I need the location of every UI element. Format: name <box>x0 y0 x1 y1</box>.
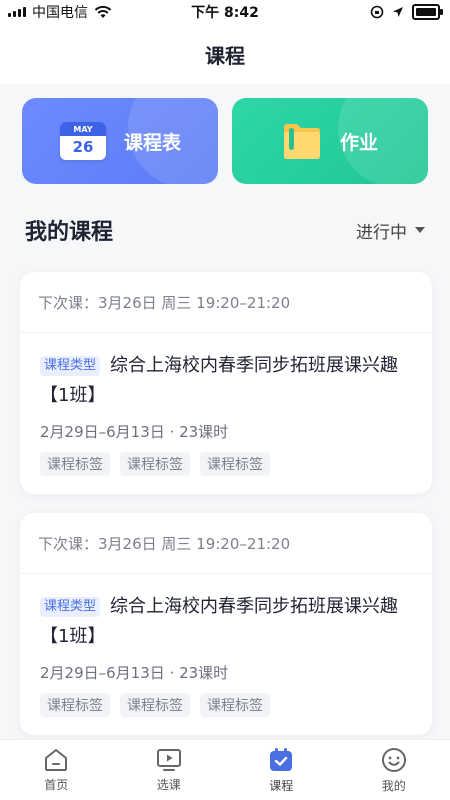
tab-profile[interactable]: 我的 <box>338 740 450 800</box>
signal-icon <box>8 7 26 17</box>
status-time: 下午 8:42 <box>191 5 259 21</box>
schedule-card[interactable]: MAY 26 课程表 <box>22 98 218 184</box>
feature-row: MAY 26 课程表 作业 <box>22 98 428 184</box>
course-meta: 2月29日–6月13日 · 23课时 <box>40 421 412 442</box>
status-filter-dropdown[interactable]: 进行中 <box>356 218 425 243</box>
calendar-day: 26 <box>72 138 94 156</box>
play-screen-icon <box>156 748 181 771</box>
wifi-icon <box>94 5 112 18</box>
section-header: 我的课程 进行中 <box>25 214 425 246</box>
smiley-icon <box>381 747 406 772</box>
tab-my-courses-label: 课程 <box>269 778 294 793</box>
course-tag: 课程标签 <box>40 693 110 717</box>
tab-home[interactable]: 首页 <box>0 740 113 800</box>
calendar-icon: MAY 26 <box>60 122 106 160</box>
tab-courses-select-label: 选课 <box>156 777 181 792</box>
course-lessons: 23课时 <box>179 423 229 441</box>
course-date-range: 2月29日–6月13日 <box>40 664 165 682</box>
battery-icon <box>412 4 443 20</box>
course-tags: 课程标签 课程标签 课程标签 <box>40 693 412 717</box>
course-tags: 课程标签 课程标签 课程标签 <box>40 452 412 476</box>
tab-courses-select[interactable]: 选课 <box>113 740 226 800</box>
bottom-tab-bar: 首页 选课 课程 我的 <box>0 739 450 800</box>
next-class-info: 下次课：3月26日 周三 19:20–21:20 <box>20 272 432 333</box>
course-type-tag: 课程类型 <box>40 597 101 617</box>
meta-separator: · <box>169 423 180 441</box>
homework-card[interactable]: 作业 <box>232 98 428 184</box>
section-title: 我的课程 <box>25 220 114 245</box>
filter-label: 进行中 <box>356 222 407 243</box>
course-body: 课程类型 综合上海校内春季同步拓班展课兴趣【1班】 2月29日–6月13日 · 2… <box>20 333 432 476</box>
rotation-lock-icon <box>370 5 384 19</box>
caret-down-icon <box>415 227 425 233</box>
course-title-block: 课程类型 综合上海校内春季同步拓班展课兴趣【1班】 <box>40 351 412 411</box>
schedule-label: 课程表 <box>124 131 182 154</box>
course-tag: 课程标签 <box>120 452 190 476</box>
homework-label: 作业 <box>340 131 379 154</box>
course-body: 课程类型 综合上海校内春季同步拓班展课兴趣【1班】 2月29日–6月13日 · 2… <box>20 574 432 717</box>
tab-profile-label: 我的 <box>381 778 406 793</box>
home-icon <box>45 748 68 771</box>
folder-icon <box>284 124 320 159</box>
course-lessons: 23课时 <box>179 664 229 682</box>
course-type-tag: 课程类型 <box>40 356 101 376</box>
course-meta: 2月29日–6月13日 · 23课时 <box>40 662 412 683</box>
status-bar: 中国电信 下午 8:42 <box>0 0 450 24</box>
course-card[interactable]: 下次课：3月26日 周三 19:20–21:20 课程类型 综合上海校内春季同步拓… <box>20 513 432 735</box>
calendar-check-icon <box>270 747 293 771</box>
tab-home-label: 首页 <box>44 777 69 792</box>
course-tag: 课程标签 <box>200 693 270 717</box>
course-tag: 课程标签 <box>120 693 190 717</box>
location-icon <box>393 7 403 17</box>
meta-separator: · <box>169 664 180 682</box>
main-content: MAY 26 课程表 作业 我的课程 进行中 下次课：3月26日 周三 19:2… <box>0 84 450 740</box>
course-title-block: 课程类型 综合上海校内春季同步拓班展课兴趣【1班】 <box>40 592 412 652</box>
calendar-month: MAY <box>60 122 106 136</box>
page-title: 课程 <box>205 43 245 68</box>
course-tag: 课程标签 <box>40 452 110 476</box>
page-header: 课程 <box>0 24 450 84</box>
carrier-label: 中国电信 <box>32 5 88 21</box>
course-date-range: 2月29日–6月13日 <box>40 423 165 441</box>
status-right <box>370 4 450 20</box>
course-card[interactable]: 下次课：3月26日 周三 19:20–21:20 课程类型 综合上海校内春季同步拓… <box>20 272 432 494</box>
tab-my-courses[interactable]: 课程 <box>225 740 338 800</box>
course-tag: 课程标签 <box>200 452 270 476</box>
status-left: 中国电信 <box>0 2 112 22</box>
next-class-info: 下次课：3月26日 周三 19:20–21:20 <box>20 513 432 574</box>
